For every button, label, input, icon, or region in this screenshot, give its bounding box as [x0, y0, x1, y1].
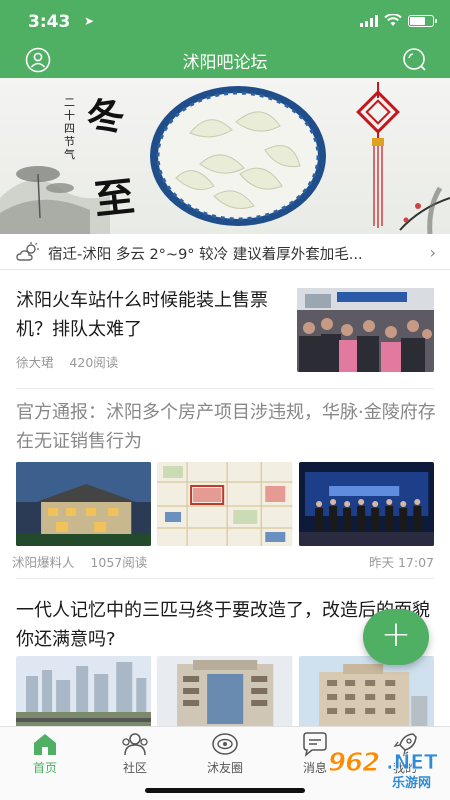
- signal-icon: [360, 14, 378, 27]
- site-watermark: 962 .NET 乐游网: [327, 748, 446, 792]
- feed-item-images: [16, 656, 434, 728]
- add-post-button[interactable]: +: [363, 609, 429, 665]
- status-icons: [360, 14, 437, 27]
- wifi-icon: [384, 14, 402, 26]
- banner-carousel[interactable]: 冬 至 二十四节气: [0, 78, 450, 234]
- status-bar: 3:43 ➤: [0, 0, 450, 44]
- page-title: 沭阳吧论坛: [182, 53, 268, 73]
- location-arrow-icon: ➤: [84, 14, 95, 28]
- banner-subtitle: 二十四节气: [64, 96, 75, 161]
- tab-label: 社区: [122, 761, 147, 775]
- tab-home[interactable]: 首页: [0, 731, 90, 776]
- home-icon: [34, 734, 56, 755]
- tab-label: 沭友圈: [206, 761, 243, 775]
- weather-bar[interactable]: 宿迁-沭阳 多云 2°~9° 较冷 建议着厚外套加毛... ›: [0, 234, 450, 270]
- chevron-right-icon: ›: [429, 243, 436, 262]
- battery-icon: [408, 14, 437, 27]
- watermark-sub: 乐游网: [392, 776, 432, 791]
- search-icon[interactable]: [402, 47, 428, 73]
- app-header: 沭阳吧论坛: [0, 44, 450, 78]
- banner-title: 冬: [83, 91, 128, 142]
- weather-text: 宿迁-沭阳 多云 2°~9° 较冷 建议着厚外套加毛...: [48, 247, 363, 263]
- message-icon: [303, 732, 327, 757]
- tab-moments[interactable]: 沭友圈: [180, 731, 270, 776]
- banner-title-2: 至: [92, 173, 137, 224]
- watermark-number: 962: [327, 748, 380, 779]
- plus-icon: +: [380, 614, 412, 655]
- cloud-sun-icon: [16, 242, 39, 261]
- feed-image[interactable]: [16, 656, 152, 728]
- eye-circle-icon: [212, 733, 238, 755]
- tab-label: 首页: [32, 761, 57, 775]
- watermark-suffix: .NET: [386, 750, 438, 775]
- home-indicator: [145, 788, 305, 793]
- status-time: 3:43: [28, 12, 71, 32]
- tab-community[interactable]: 社区: [90, 731, 180, 776]
- feed-image[interactable]: [157, 656, 293, 728]
- feed-image[interactable]: [298, 656, 434, 728]
- community-icon: [122, 733, 148, 756]
